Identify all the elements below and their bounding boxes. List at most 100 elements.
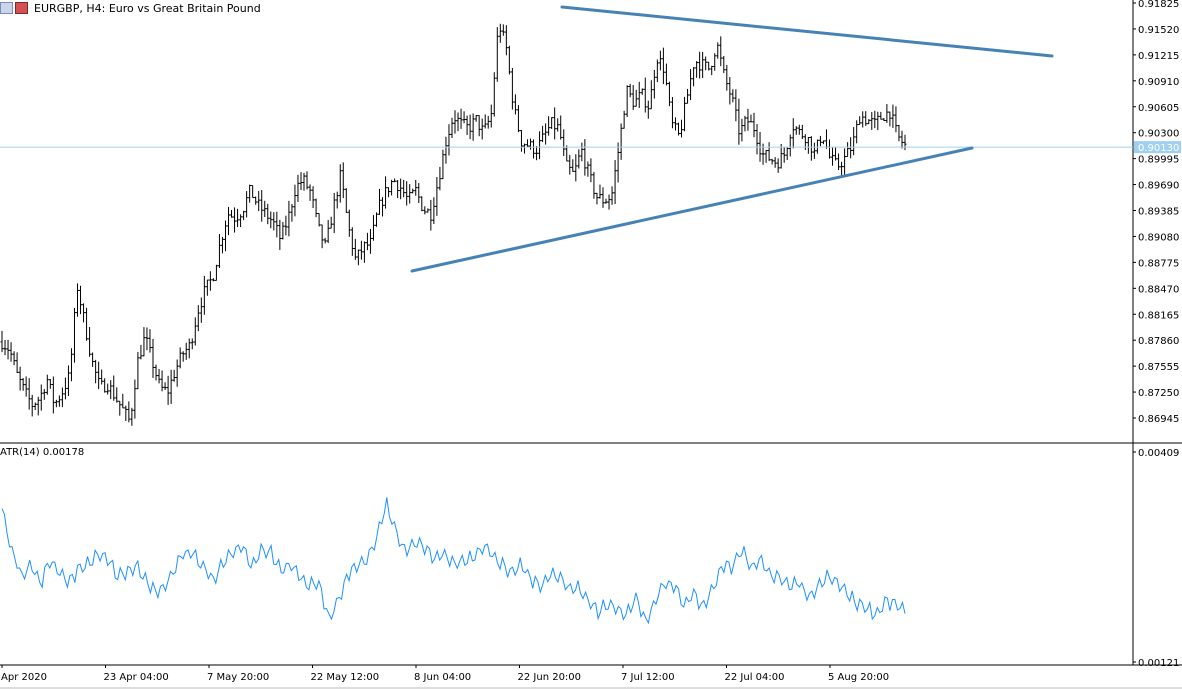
price-bar bbox=[196, 305, 200, 332]
price-bar bbox=[604, 198, 608, 204]
price-tick-label: 0.87555 bbox=[1138, 362, 1179, 373]
price-bar bbox=[444, 136, 448, 164]
price-bar bbox=[465, 115, 469, 136]
price-bar bbox=[42, 389, 46, 400]
price-bar bbox=[260, 189, 264, 222]
price-bar bbox=[707, 61, 711, 71]
price-bar bbox=[236, 208, 240, 228]
price-bar bbox=[127, 401, 131, 423]
price-tick-label: 0.91215 bbox=[1138, 51, 1179, 62]
price-bar bbox=[82, 303, 86, 323]
price-tick-label: 0.88775 bbox=[1138, 258, 1179, 269]
chart-objects[interactable] bbox=[0, 5, 1133, 273]
price-bar bbox=[897, 124, 901, 142]
price-bar bbox=[791, 118, 795, 149]
price-bar bbox=[849, 137, 853, 159]
price-bar bbox=[79, 285, 83, 315]
price-bar bbox=[631, 84, 635, 110]
price-bar bbox=[396, 180, 400, 199]
price-axis: 0.91825 0.91520 0.91215 0.90910 0.90605 0.903… bbox=[1133, 0, 1181, 669]
price-bar bbox=[562, 129, 566, 156]
price-bar bbox=[184, 342, 188, 360]
price-bar bbox=[30, 394, 34, 417]
price-bar bbox=[483, 114, 487, 129]
price-bar bbox=[818, 135, 822, 147]
price-bar bbox=[227, 206, 231, 236]
price-bar bbox=[60, 387, 64, 408]
price-bar bbox=[743, 115, 747, 132]
price-bar bbox=[852, 127, 856, 156]
price-bar bbox=[797, 124, 801, 135]
price-bar bbox=[106, 383, 110, 395]
price-bar bbox=[806, 136, 810, 154]
price-bar bbox=[432, 197, 436, 225]
price-bar bbox=[27, 378, 31, 410]
price-bar bbox=[3, 340, 7, 356]
price-bar bbox=[610, 186, 614, 205]
price-bar bbox=[812, 142, 816, 159]
price-bar bbox=[879, 111, 883, 120]
price-bar bbox=[477, 115, 481, 137]
price-bar bbox=[362, 241, 366, 263]
price-bar bbox=[583, 139, 587, 176]
price-bar bbox=[767, 142, 771, 161]
price-bar bbox=[281, 221, 285, 240]
lower-trendline[interactable] bbox=[410, 146, 974, 273]
price-bar bbox=[513, 94, 517, 115]
price-bar bbox=[254, 196, 258, 205]
price-bar bbox=[94, 359, 98, 384]
atr-label: ATR(14) 0.00178 bbox=[0, 447, 85, 458]
price-bar bbox=[456, 112, 460, 132]
price-bar bbox=[731, 89, 735, 103]
price-bar bbox=[667, 81, 671, 107]
price-bar bbox=[109, 380, 113, 400]
price-bar bbox=[359, 240, 363, 260]
price-bar bbox=[287, 200, 291, 237]
price-bar bbox=[525, 139, 529, 148]
price-bar bbox=[673, 117, 677, 131]
price-bar bbox=[163, 382, 167, 390]
price-bar bbox=[776, 158, 780, 173]
price-bar bbox=[365, 232, 369, 251]
price-bar bbox=[824, 129, 828, 149]
atr-series bbox=[1, 497, 906, 625]
price-bar bbox=[698, 51, 702, 79]
price-bar bbox=[628, 83, 632, 98]
price-bar bbox=[538, 131, 542, 160]
price-bar bbox=[876, 111, 880, 131]
price-bar bbox=[619, 123, 623, 160]
price-bar bbox=[471, 113, 475, 141]
current-price-label: 0.90130 bbox=[1138, 143, 1179, 154]
price-bar bbox=[175, 359, 179, 387]
price-bar bbox=[169, 369, 173, 404]
upper-trendline[interactable] bbox=[560, 5, 1054, 58]
price-bar bbox=[148, 329, 152, 353]
price-bar bbox=[57, 395, 61, 407]
price-bar bbox=[154, 364, 158, 381]
time-label: 7 May 20:00 bbox=[207, 672, 269, 683]
price-bar bbox=[33, 402, 37, 411]
chart-canvas[interactable]: 0.91825 0.91520 0.91215 0.90910 0.90605 0.903… bbox=[0, 0, 1182, 689]
price-bar bbox=[752, 112, 756, 138]
price-bar bbox=[882, 117, 886, 122]
price-bar bbox=[299, 172, 303, 191]
price-bar bbox=[544, 123, 548, 145]
price-bar bbox=[103, 378, 107, 393]
price-bar bbox=[121, 393, 125, 409]
price-bar bbox=[873, 110, 877, 129]
price-bar bbox=[190, 338, 194, 350]
price-bar bbox=[501, 24, 505, 36]
price-bar bbox=[725, 64, 729, 91]
price-bar bbox=[263, 200, 267, 218]
price-bar bbox=[746, 108, 750, 131]
price-bar bbox=[692, 67, 696, 87]
price-bar bbox=[719, 36, 723, 67]
price-bar bbox=[716, 42, 720, 59]
price-bar bbox=[637, 81, 641, 108]
price-bar bbox=[387, 187, 391, 198]
time-label: 22 May 12:00 bbox=[311, 672, 380, 683]
price-bar bbox=[85, 307, 89, 341]
price-bar bbox=[773, 157, 777, 168]
price-bar bbox=[36, 396, 40, 416]
price-bar bbox=[843, 148, 847, 177]
